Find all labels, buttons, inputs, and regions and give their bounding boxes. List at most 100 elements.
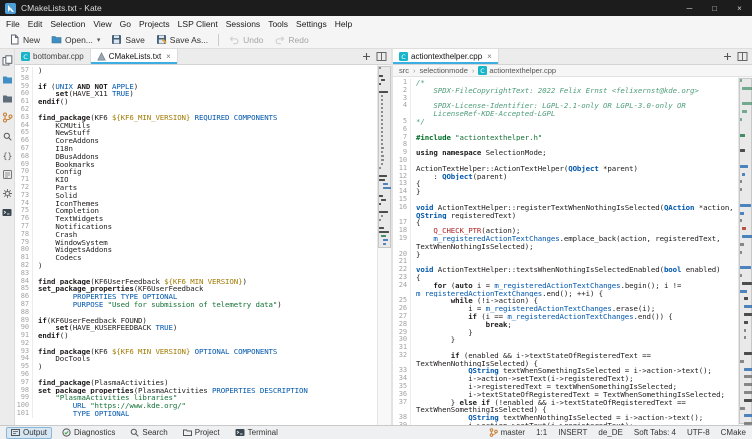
left-code-area[interactable]: 57)5859if (UNIX AND NOT APPLE)60 set(HAV…	[15, 65, 377, 425]
status-master[interactable]: master	[489, 428, 525, 437]
documents-tool-button[interactable]	[1, 54, 13, 66]
code-line[interactable]: 99 "PlasmaActivities libraries"	[15, 394, 377, 402]
code-line[interactable]: 5*/	[393, 118, 738, 126]
code-line[interactable]: 93find_package(KF6 ${KF6_MIN_VERSION} OP…	[15, 348, 377, 356]
code-line[interactable]: 85set_package_properties(KF6UserFeedback	[15, 285, 377, 293]
code-line[interactable]: 9using namespace SelectionMode;	[393, 149, 738, 157]
code-line[interactable]: 97find_package(PlasmaActivities)	[15, 379, 377, 387]
code-line[interactable]: 77 Notifications	[15, 223, 377, 231]
breadcrumb-item-selectionmode[interactable]: selectionmode	[420, 66, 468, 75]
tab-bottombar-cpp[interactable]: Cbottombar.cpp	[15, 49, 91, 64]
tab-close-icon[interactable]: ×	[166, 52, 171, 61]
code-line[interactable]: 78 Crash	[15, 231, 377, 239]
code-line[interactable]: 16void ActionTextHelper::registerTextWhe…	[393, 204, 738, 212]
status-utf-8[interactable]: UTF-8	[687, 428, 710, 437]
code-line[interactable]: 10	[393, 157, 738, 165]
projects-tool-button[interactable]	[1, 92, 13, 104]
open-button[interactable]: Open...▾	[46, 33, 105, 46]
status-cmake[interactable]: CMake	[721, 428, 746, 437]
code-line[interactable]: 59if (UNIX AND NOT APPLE)	[15, 83, 377, 91]
menu-projects[interactable]: Projects	[135, 18, 174, 30]
code-line[interactable]: TextWhenNothingIsSelected) {	[393, 360, 738, 368]
code-line[interactable]: 18 Q_CHECK_PTR(action);	[393, 227, 738, 235]
close-button[interactable]: ×	[727, 0, 752, 16]
code-line[interactable]: 24 for (auto i = m_registeredActionTextC…	[393, 282, 738, 290]
menu-sessions[interactable]: Sessions	[222, 18, 265, 30]
undo-button[interactable]: Undo	[224, 33, 268, 46]
code-line[interactable]: 86 PROPERTIES TYPE OPTIONAL	[15, 293, 377, 301]
new-tab-button[interactable]	[721, 50, 734, 63]
code-line[interactable]: 92	[15, 340, 377, 348]
code-line[interactable]: 73 Solid	[15, 192, 377, 200]
code-line[interactable]: 6	[393, 126, 738, 134]
code-line[interactable]: 36 i->textStateOfRegisteredText = TextWh…	[393, 391, 738, 399]
code-line[interactable]: 19 m_registeredActionTextChanges.emplace…	[393, 235, 738, 243]
code-line[interactable]: 80 WidgetsAddons	[15, 246, 377, 254]
code-line[interactable]: 17{	[393, 219, 738, 227]
tab-close-icon[interactable]: ×	[487, 52, 492, 61]
code-line[interactable]: 35 i->registeredText = textWhenSomething…	[393, 383, 738, 391]
minimap-viewport[interactable]	[739, 78, 752, 424]
split-view-button[interactable]	[375, 50, 388, 63]
code-line[interactable]: 63find_package(KF6 ${KF6_MIN_VERSION} RE…	[15, 114, 377, 122]
code-line[interactable]: 101 TYPE OPTIONAL	[15, 410, 377, 418]
code-line[interactable]: m_registeredActionTextChanges.end(); ++i…	[393, 290, 738, 298]
tab-actiontexthelper-cpp[interactable]: Cactiontexthelper.cpp×	[393, 49, 499, 64]
code-line[interactable]: 61endif()	[15, 98, 377, 106]
code-line[interactable]: 90 set(HAVE_KUSERFEEDBACK TRUE)	[15, 324, 377, 332]
snippets-tool-button[interactable]	[1, 168, 13, 180]
new-button[interactable]: New	[4, 33, 45, 46]
code-line[interactable]: 2 SPDX-FileCopyrightText: 2022 Felix Ern…	[393, 87, 738, 95]
code-line[interactable]: 28 break;	[393, 321, 738, 329]
code-line[interactable]: TextWhenNothingIsSelected);	[393, 243, 738, 251]
code-line[interactable]: 70 Config	[15, 168, 377, 176]
panel-diagnostics-button[interactable]: Diagnostics	[57, 427, 120, 439]
code-line[interactable]: 20}	[393, 251, 738, 259]
code-line[interactable]: 64 KCMUtils	[15, 122, 377, 130]
save-as-button[interactable]: Save As...	[151, 33, 213, 46]
code-line[interactable]: 8	[393, 141, 738, 149]
code-line[interactable]: 34 i->action->setText(i->registeredText)…	[393, 375, 738, 383]
code-line[interactable]: 81 Codecs	[15, 254, 377, 262]
code-line[interactable]: 60 set(HAVE_X11 TRUE)	[15, 90, 377, 98]
minimap-viewport[interactable]	[378, 66, 391, 248]
code-line[interactable]: 14}	[393, 188, 738, 196]
code-line[interactable]: 69 Bookmarks	[15, 161, 377, 169]
status-soft-tabs-4[interactable]: Soft Tabs: 4	[634, 428, 676, 437]
menu-lsp-client[interactable]: LSP Client	[174, 18, 222, 30]
code-line[interactable]: 32 if (enabled && i->textStateOfRegister…	[393, 352, 738, 360]
split-view-button[interactable]	[736, 50, 749, 63]
code-line[interactable]: 83	[15, 270, 377, 278]
breadcrumb-item-actiontexthelper-cpp[interactable]: Cactiontexthelper.cpp	[478, 66, 556, 75]
code-line[interactable]: 31	[393, 344, 738, 352]
code-line[interactable]: 96	[15, 371, 377, 379]
code-line[interactable]: 22void ActionTextHelper::textsWhenNothin…	[393, 266, 738, 274]
menu-edit[interactable]: Edit	[24, 18, 47, 30]
code-line[interactable]: 82)	[15, 262, 377, 270]
code-line[interactable]: 30 }	[393, 336, 738, 344]
code-line[interactable]: 75 Completion	[15, 207, 377, 215]
menu-tools[interactable]: Tools	[264, 18, 292, 30]
code-line[interactable]: 26 i = m_registeredActionTextChanges.era…	[393, 305, 738, 313]
code-line[interactable]: 33 QString textWhenSomethingIsSelected =…	[393, 367, 738, 375]
code-line[interactable]: 76 TextWidgets	[15, 215, 377, 223]
status-de-de[interactable]: de_DE	[598, 428, 622, 437]
code-line[interactable]: 84find_package(KF6UserFeedback ${KF6_MIN…	[15, 278, 377, 286]
code-line[interactable]: 72 Parts	[15, 184, 377, 192]
code-line[interactable]: 29 }	[393, 329, 738, 337]
code-line[interactable]: 95)	[15, 363, 377, 371]
code-line[interactable]: 68 DBusAddons	[15, 153, 377, 161]
file-browser-tool-button[interactable]	[1, 73, 13, 85]
tab-cmakelists-txt[interactable]: CMakeLists.txt×	[91, 49, 178, 64]
panel-search-button[interactable]: Search	[125, 427, 172, 439]
code-line[interactable]: TextWhenSomethingIsSelected) {	[393, 406, 738, 414]
code-line[interactable]: QString registeredText)	[393, 212, 738, 220]
code-line[interactable]: 21	[393, 258, 738, 266]
redo-button[interactable]: Redo	[269, 33, 313, 46]
save-button[interactable]: Save	[106, 33, 149, 46]
minimize-button[interactable]: ─	[677, 0, 702, 16]
menu-settings[interactable]: Settings	[292, 18, 331, 30]
panel-project-button[interactable]: Project	[178, 427, 225, 439]
right-code-area[interactable]: 1/*2 SPDX-FileCopyrightText: 2022 Felix …	[393, 77, 738, 425]
code-line[interactable]: 89if(KF6UserFeedback_FOUND)	[15, 317, 377, 325]
